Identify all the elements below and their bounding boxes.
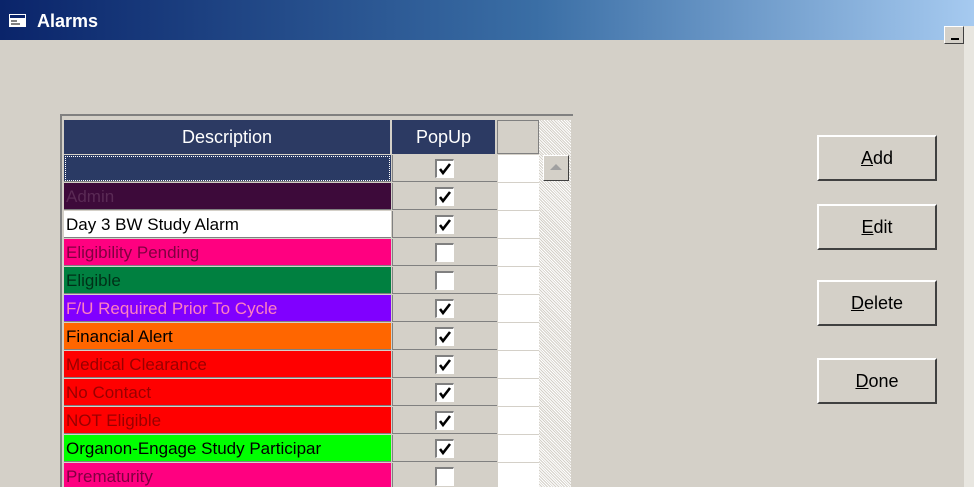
popup-cell[interactable]: [392, 407, 497, 434]
popup-checkbox[interactable]: [435, 383, 454, 402]
blank-cell: [498, 239, 539, 266]
blank-cell: [498, 407, 539, 434]
blank-cell: [498, 211, 539, 238]
blank-cell: [498, 379, 539, 406]
table-row[interactable]: Eligibility Pending: [64, 239, 539, 267]
minimize-button[interactable]: [944, 26, 964, 44]
scroll-up-arrow-icon: [550, 164, 562, 170]
check-icon: [438, 443, 452, 456]
minimize-icon: [951, 38, 959, 40]
popup-checkbox[interactable]: [435, 327, 454, 346]
description-cell[interactable]: Organon-Engage Study Participar: [64, 435, 391, 462]
window-app-icon: [9, 14, 26, 27]
description-cell[interactable]: Prematurity: [64, 463, 391, 487]
table-row[interactable]: NOT Eligible: [64, 407, 539, 435]
table-row[interactable]: Medical Clearance: [64, 351, 539, 379]
description-cell[interactable]: [64, 155, 391, 182]
blank-cell: [498, 267, 539, 294]
popup-checkbox[interactable]: [435, 299, 454, 318]
table-row[interactable]: Financial Alert: [64, 323, 539, 351]
popup-checkbox[interactable]: [435, 271, 454, 290]
grid-rows: Admin Day 3 BW Study Alarm Eligibility Pen…: [64, 155, 539, 487]
popup-cell[interactable]: [392, 183, 497, 210]
table-row[interactable]: Organon-Engage Study Participar: [64, 435, 539, 463]
blank-cell: [498, 351, 539, 378]
table-row[interactable]: Day 3 BW Study Alarm: [64, 211, 539, 239]
popup-checkbox[interactable]: [435, 215, 454, 234]
description-cell[interactable]: Medical Clearance: [64, 351, 391, 378]
description-cell[interactable]: Admin: [64, 183, 391, 210]
popup-checkbox[interactable]: [435, 159, 454, 178]
alarms-grid[interactable]: Description PopUp Admin Day 3 BW Study Al…: [60, 114, 573, 487]
blank-cell: [498, 435, 539, 462]
popup-cell[interactable]: [392, 379, 497, 406]
check-icon: [438, 387, 452, 400]
popup-cell[interactable]: [392, 351, 497, 378]
popup-cell[interactable]: [392, 211, 497, 238]
done-button[interactable]: Done: [817, 358, 937, 404]
popup-checkbox[interactable]: [435, 355, 454, 374]
window-edge: [964, 26, 974, 487]
description-cell[interactable]: Eligible: [64, 267, 391, 294]
description-cell[interactable]: Financial Alert: [64, 323, 391, 350]
check-icon: [438, 219, 452, 232]
check-icon: [438, 359, 452, 372]
description-cell[interactable]: No Contact: [64, 379, 391, 406]
description-cell[interactable]: NOT Eligible: [64, 407, 391, 434]
check-icon: [438, 191, 452, 204]
delete-button[interactable]: Delete: [817, 280, 937, 326]
popup-cell[interactable]: [392, 267, 497, 294]
title-bar: Alarms: [0, 0, 974, 40]
popup-cell[interactable]: [392, 435, 497, 462]
blank-cell: [498, 463, 539, 487]
popup-checkbox[interactable]: [435, 467, 454, 486]
popup-checkbox[interactable]: [435, 243, 454, 262]
popup-cell[interactable]: [392, 155, 497, 182]
popup-cell[interactable]: [392, 463, 497, 487]
blank-cell: [498, 323, 539, 350]
table-row[interactable]: [64, 155, 539, 183]
description-cell[interactable]: Eligibility Pending: [64, 239, 391, 266]
description-cell[interactable]: Day 3 BW Study Alarm: [64, 211, 391, 238]
blank-cell: [498, 295, 539, 322]
popup-cell[interactable]: [392, 323, 497, 350]
blank-cell: [498, 183, 539, 210]
blank-cell: [498, 155, 539, 182]
column-header-description[interactable]: Description: [64, 120, 391, 154]
check-icon: [438, 303, 452, 316]
window-title: Alarms: [37, 11, 99, 31]
popup-checkbox[interactable]: [435, 439, 454, 458]
edit-button[interactable]: Edit: [817, 204, 937, 250]
check-icon: [438, 415, 452, 428]
popup-checkbox[interactable]: [435, 411, 454, 430]
add-button[interactable]: Add: [817, 135, 937, 181]
table-row[interactable]: F/U Required Prior To Cycle: [64, 295, 539, 323]
table-row[interactable]: Eligible: [64, 267, 539, 295]
scroll-up-button[interactable]: [543, 155, 569, 181]
table-row[interactable]: Admin: [64, 183, 539, 211]
popup-checkbox[interactable]: [435, 187, 454, 206]
check-icon: [438, 331, 452, 344]
table-row[interactable]: No Contact: [64, 379, 539, 407]
column-header-blank: [497, 120, 539, 154]
description-cell[interactable]: F/U Required Prior To Cycle: [64, 295, 391, 322]
check-icon: [438, 163, 452, 176]
column-header-popup[interactable]: PopUp: [392, 120, 496, 154]
table-row[interactable]: Prematurity: [64, 463, 539, 487]
popup-cell[interactable]: [392, 239, 497, 266]
popup-cell[interactable]: [392, 295, 497, 322]
